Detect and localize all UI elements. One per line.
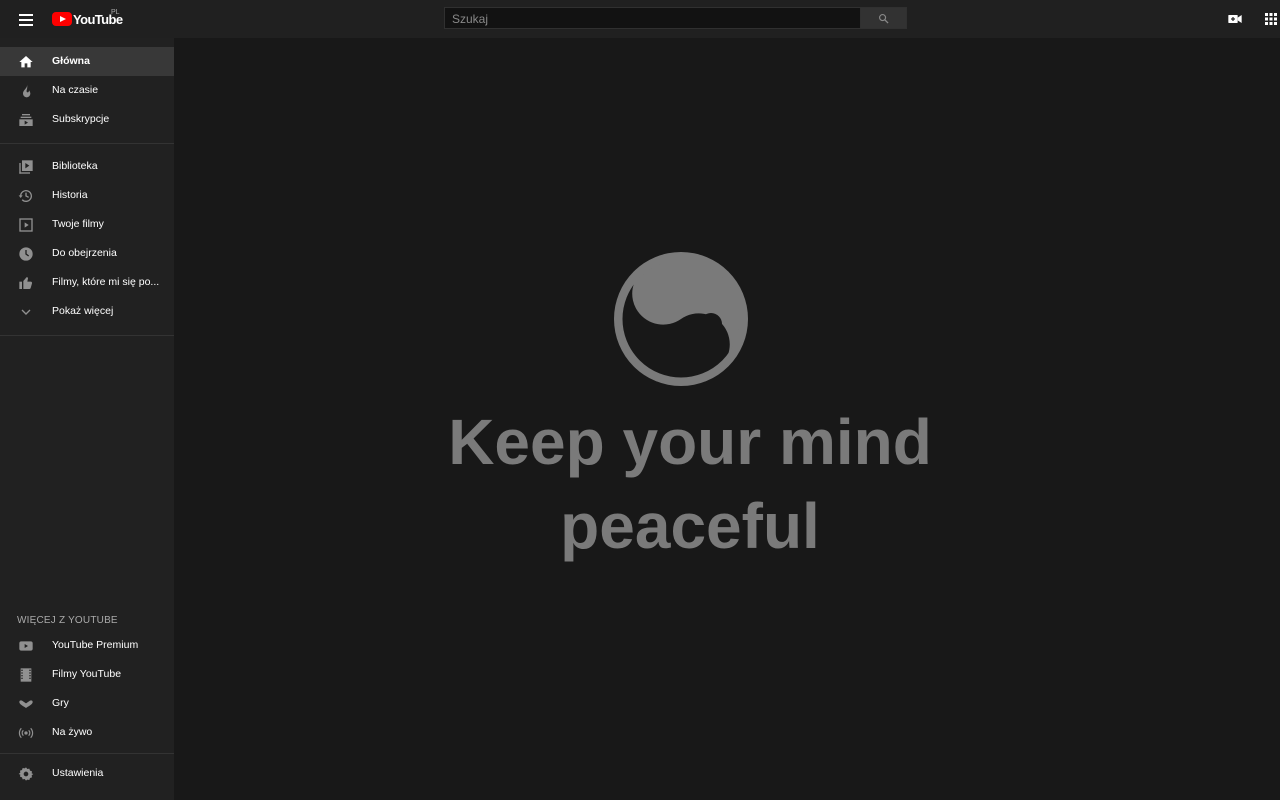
more-from-youtube-title: WIĘCEJ Z YOUTUBE [17,615,118,626]
sidebar-item-history[interactable]: Historia [0,181,174,210]
sidebar-item-label: Pokaż więcej [52,305,114,317]
sidebar-item-gaming[interactable]: Gry [0,689,174,718]
sidebar-item-label: Filmy, które mi się po... [52,276,160,288]
chevron-down-icon [21,309,31,315]
quote-line-1: Keep your mind [448,406,932,478]
movies-icon [20,668,32,682]
search-button[interactable] [860,7,907,29]
sidebar-item-watch-later[interactable]: Do obejrzenia [0,239,174,268]
apps-grid-icon[interactable] [1263,11,1279,27]
sidebar-item-settings[interactable]: Ustawienia [0,759,174,788]
quote-line-2: peaceful [560,490,820,562]
youtube-logo[interactable]: YouTube PL [52,9,123,27]
home-icon [19,56,33,68]
sidebar-item-label: Filmy YouTube [52,668,122,680]
sidebar-divider [0,143,174,144]
sidebar-item-label: Subskrypcje [52,113,110,125]
play-logo-icon [52,12,72,26]
gaming-icon [19,700,33,708]
your-videos-icon [19,218,33,232]
sidebar-item-premium[interactable]: YouTube Premium [0,631,174,660]
yin-yang-icon [614,252,748,386]
sidebar-item-library[interactable]: Biblioteka [0,152,174,181]
sidebar-item-movies[interactable]: Filmy YouTube [0,660,174,689]
top-bar: YouTube PL Szukaj [0,0,1280,38]
sidebar-item-show-more[interactable]: Pokaż więcej [0,297,174,326]
live-icon [18,727,34,739]
liked-icon [19,277,33,290]
sidebar-item-trending[interactable]: Na czasie [0,76,174,105]
sidebar-item-label: Twoje filmy [52,218,104,230]
sidebar: Główna Na czasie Subskrypcje Biblioteka … [0,38,174,800]
sidebar-item-liked[interactable]: Filmy, które mi się po... [0,268,174,297]
search-input[interactable]: Szukaj [444,7,861,29]
menu-icon[interactable] [17,11,35,27]
sidebar-item-label: Do obejrzenia [52,247,117,259]
sidebar-item-home[interactable]: Główna [0,47,174,76]
trending-icon [23,83,31,98]
main-content: Keep your mind peaceful [174,38,1280,800]
sidebar-item-label: Biblioteka [52,160,98,172]
sidebar-item-subscriptions[interactable]: Subskrypcje [0,105,174,134]
sidebar-item-label: Główna [52,55,90,67]
search-icon [879,13,889,24]
history-icon [18,190,32,202]
sidebar-item-live[interactable]: Na żywo [0,718,174,747]
sidebar-item-label: Gry [52,697,69,709]
watch-later-icon [19,247,33,261]
create-video-icon[interactable] [1227,11,1243,27]
quote-text: Keep your mind peaceful [174,400,1206,568]
sidebar-item-your-videos[interactable]: Twoje filmy [0,210,174,239]
sidebar-divider [0,335,174,336]
sidebar-item-label: YouTube Premium [52,639,139,651]
sidebar-item-label: Na czasie [52,84,99,96]
sidebar-divider [0,753,174,754]
premium-icon [19,641,33,651]
gear-icon [18,767,34,781]
sidebar-item-label: Historia [52,189,88,201]
subscriptions-icon [19,114,33,126]
country-code: PL [111,9,120,16]
library-icon [19,160,33,174]
sidebar-item-label: Na żywo [52,726,93,738]
sidebar-item-label: Ustawienia [52,767,104,779]
